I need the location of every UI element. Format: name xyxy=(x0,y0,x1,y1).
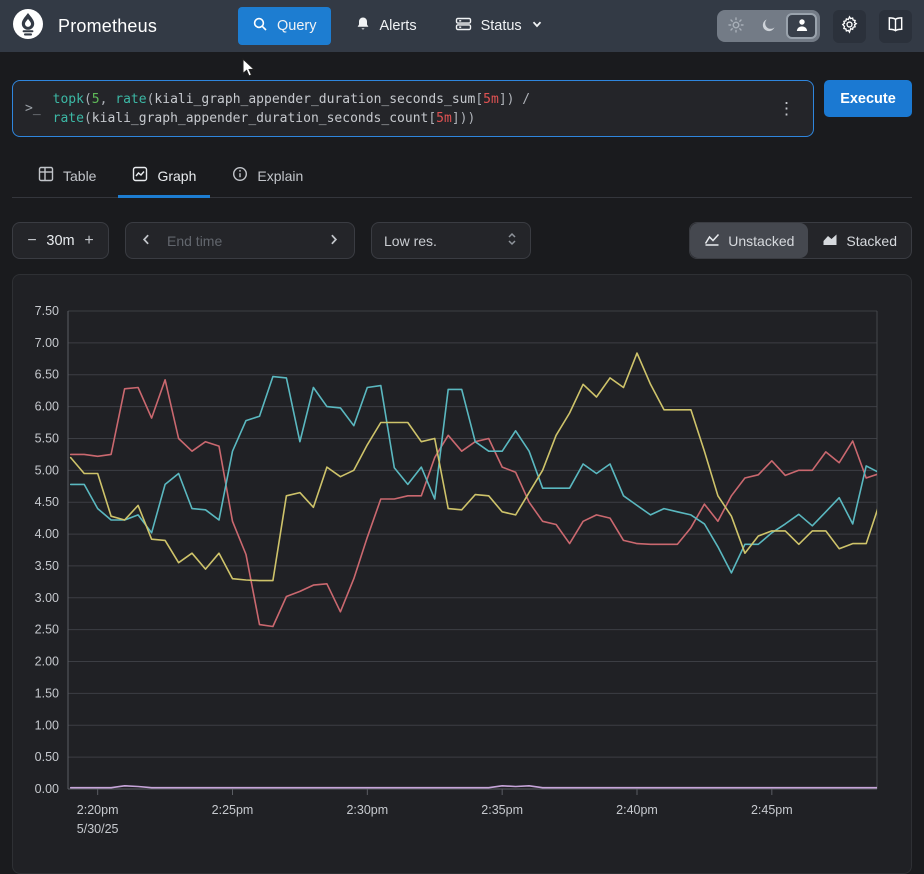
svg-text:5.50: 5.50 xyxy=(35,431,59,445)
range-increase-button[interactable]: + xyxy=(76,226,102,256)
svg-text:7.50: 7.50 xyxy=(35,304,59,318)
info-circle-icon xyxy=(232,166,248,185)
svg-text:6.50: 6.50 xyxy=(35,368,59,382)
nav-query-label: Query xyxy=(277,18,317,34)
book-icon xyxy=(886,15,905,37)
stacked-button[interactable]: Stacked xyxy=(808,223,911,258)
chart-line-icon xyxy=(704,232,720,249)
svg-text:0.00: 0.00 xyxy=(35,782,59,796)
theme-dark-button[interactable] xyxy=(753,13,784,39)
navbar-right xyxy=(717,10,912,43)
unstacked-button[interactable]: Unstacked xyxy=(690,223,808,258)
tab-graph[interactable]: Graph xyxy=(118,158,210,198)
range-decrease-button[interactable]: − xyxy=(19,226,45,256)
terminal-prompt-icon: >_ xyxy=(25,101,41,116)
tab-graph-label: Graph xyxy=(157,168,196,184)
chart-area-icon xyxy=(822,232,838,249)
graph-panel: 0.00 0.50 1.00 1.50 2.00 2.50 3.00 3.50 4.00 4.50… xyxy=(12,274,912,874)
theme-auto-button[interactable] xyxy=(786,13,817,39)
theme-light-button[interactable] xyxy=(720,13,751,39)
svg-text:2.50: 2.50 xyxy=(35,623,59,637)
search-icon xyxy=(252,16,268,36)
nav-status-label: Status xyxy=(481,18,522,34)
svg-text:1.00: 1.00 xyxy=(35,718,59,732)
graph-controls: − 30m + End time Low res. xyxy=(12,222,912,259)
server-icon xyxy=(455,16,472,36)
chevron-right-icon xyxy=(327,233,340,249)
svg-text:3.00: 3.00 xyxy=(35,591,59,605)
range-value[interactable]: 30m xyxy=(46,233,74,249)
gear-icon xyxy=(840,15,859,37)
svg-text:2:25pm: 2:25pm xyxy=(212,803,254,817)
svg-text:6.00: 6.00 xyxy=(35,400,59,414)
brand: Prometheus xyxy=(12,8,230,45)
plus-icon: + xyxy=(84,232,93,249)
range-stepper: − 30m + xyxy=(12,222,109,259)
tab-table[interactable]: Table xyxy=(24,158,110,198)
svg-text:4.50: 4.50 xyxy=(35,495,59,509)
tab-table-label: Table xyxy=(63,168,96,184)
navbar: Prometheus Query Alerts xyxy=(0,0,924,52)
tab-explain[interactable]: Explain xyxy=(218,158,317,198)
svg-text:2:20pm: 2:20pm xyxy=(77,803,119,817)
nav-status-button[interactable]: Status xyxy=(441,7,557,45)
query-expression-input[interactable]: >_ topk(5, rate(kiali_graph_appender_dur… xyxy=(12,80,814,137)
settings-button[interactable] xyxy=(833,10,866,43)
svg-text:2:45pm: 2:45pm xyxy=(751,803,793,817)
chevron-left-icon xyxy=(140,233,153,249)
chevron-down-icon xyxy=(531,18,543,34)
chart-icon xyxy=(132,166,148,185)
stacking-toggle: Unstacked Stacked xyxy=(689,222,912,259)
documentation-button[interactable] xyxy=(879,10,912,43)
theme-toggle xyxy=(717,10,820,42)
nav-alerts-button[interactable]: Alerts xyxy=(341,7,431,45)
end-time-picker[interactable]: End time xyxy=(125,222,355,259)
svg-text:7.00: 7.00 xyxy=(35,336,59,350)
svg-text:3.50: 3.50 xyxy=(35,559,59,573)
svg-text:1.50: 1.50 xyxy=(35,686,59,700)
unstacked-label: Unstacked xyxy=(728,233,794,249)
brand-title: Prometheus xyxy=(58,16,157,37)
prometheus-logo-icon xyxy=(12,8,44,45)
nav-query-button[interactable]: Query xyxy=(238,7,331,45)
promql-expression[interactable]: topk(5, rate(kiali_graph_appender_durati… xyxy=(53,90,756,128)
resolution-value: Low res. xyxy=(384,233,437,249)
svg-text:2:35pm: 2:35pm xyxy=(481,803,523,817)
nav-links: Query Alerts xyxy=(238,7,709,45)
svg-text:5/30/25: 5/30/25 xyxy=(77,822,119,836)
svg-text:2.00: 2.00 xyxy=(35,655,59,669)
sun-icon xyxy=(728,17,744,36)
time-series-chart[interactable]: 0.00 0.50 1.00 1.50 2.00 2.50 3.00 3.50 4.00 4.50… xyxy=(13,275,911,873)
execute-button[interactable]: Execute xyxy=(824,80,912,117)
prometheus-app: Prometheus Query Alerts xyxy=(0,0,924,259)
result-tabs: Table Graph Explain xyxy=(12,158,912,198)
resolution-select[interactable]: Low res. xyxy=(371,222,531,259)
minus-icon: − xyxy=(27,232,36,249)
user-icon xyxy=(794,17,810,36)
svg-text:4.00: 4.00 xyxy=(35,527,59,541)
query-row: >_ topk(5, rate(kiali_graph_appender_dur… xyxy=(0,52,924,137)
nav-alerts-label: Alerts xyxy=(380,18,417,34)
table-icon xyxy=(38,166,54,185)
stacked-label: Stacked xyxy=(846,233,897,249)
tab-explain-label: Explain xyxy=(257,168,303,184)
svg-text:2:30pm: 2:30pm xyxy=(346,803,388,817)
select-chevrons-icon xyxy=(506,231,518,250)
moon-icon xyxy=(761,17,777,36)
time-back-button[interactable] xyxy=(136,229,157,253)
svg-text:5.00: 5.00 xyxy=(35,463,59,477)
time-forward-button[interactable] xyxy=(323,229,344,253)
kebab-menu-icon: ⋮ xyxy=(778,99,795,118)
end-time-placeholder[interactable]: End time xyxy=(167,233,313,249)
query-options-button[interactable]: ⋮ xyxy=(768,92,805,125)
svg-text:0.50: 0.50 xyxy=(35,750,59,764)
svg-text:2:40pm: 2:40pm xyxy=(616,803,658,817)
bell-icon xyxy=(355,16,371,36)
